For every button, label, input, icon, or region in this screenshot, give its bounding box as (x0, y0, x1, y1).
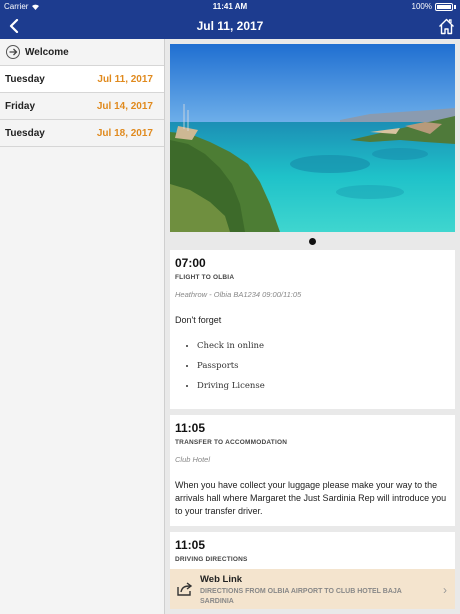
sidebar-item-welcome[interactable]: Welcome (0, 39, 164, 66)
event-card: 11:05 DRIVING DIRECTIONS Web Link DIRECT… (170, 532, 455, 609)
itinerary-content: 07:00 FLIGHT TO OLBIA Heathrow - Olbia B… (165, 39, 460, 614)
web-link-button[interactable]: Web Link DIRECTIONS FROM OLBIA AIRPORT T… (170, 569, 455, 609)
list-item: Passports (197, 361, 450, 371)
battery-percent: 100% (411, 2, 432, 11)
checklist: Check in online Passports Driving Licens… (175, 341, 450, 391)
page-title: Jul 11, 2017 (196, 19, 264, 33)
sidebar-item-day[interactable]: Tuesday Jul 18, 2017 (0, 120, 164, 147)
day-date: Jul 11, 2017 (97, 73, 153, 85)
event-subtitle: Club Hotel (175, 455, 211, 464)
event-text: When you have collect your luggage pleas… (175, 480, 447, 516)
battery-icon (435, 2, 453, 11)
nav-bar: Jul 11, 2017 (0, 13, 460, 39)
battery-tip (454, 4, 456, 9)
event-type: FLIGHT TO OLBIA (175, 274, 235, 281)
status-bar: Carrier 11:41 AM 100% (0, 0, 460, 13)
event-subtitle: Heathrow - Olbia BA1234 09:00/11:05 (175, 290, 302, 299)
event-time: 07:00 (175, 256, 206, 270)
sidebar-item-label: Welcome (25, 46, 69, 58)
day-date: Jul 14, 2017 (96, 100, 153, 112)
share-icon (177, 582, 193, 596)
event-card: 11:05 TRANSFER TO ACCOMMODATION Club Hot… (170, 415, 455, 526)
web-link-title: Web Link (200, 574, 243, 585)
event-time: 11:05 (175, 538, 206, 552)
web-link-description: DIRECTIONS FROM OLBIA AIRPORT TO CLUB HO… (200, 588, 402, 605)
event-time: 11:05 (175, 421, 206, 435)
chevron-right-icon: › (443, 583, 447, 597)
event-text: Don't forget (175, 315, 222, 325)
event-type: DRIVING DIRECTIONS (175, 556, 248, 563)
status-right: 100% (412, 2, 456, 11)
sidebar-item-day[interactable]: Friday Jul 14, 2017 (0, 93, 164, 120)
day-name: Tuesday (5, 127, 45, 139)
day-name: Tuesday (5, 73, 45, 85)
sidebar: Welcome Tuesday Jul 11, 2017 Friday Jul … (0, 39, 165, 614)
home-button[interactable] (436, 15, 456, 37)
hero-image[interactable] (170, 44, 455, 232)
event-type: TRANSFER TO ACCOMMODATION (175, 439, 288, 446)
home-icon (438, 18, 454, 34)
page-indicator[interactable] (170, 232, 455, 250)
list-item: Check in online (197, 341, 450, 351)
beach-photo (170, 44, 455, 232)
day-date: Jul 18, 2017 (96, 127, 153, 139)
sidebar-item-day[interactable]: Tuesday Jul 11, 2017 (0, 66, 164, 93)
day-name: Friday (5, 100, 36, 112)
arrow-right-circle-icon (6, 45, 20, 59)
event-card: 07:00 FLIGHT TO OLBIA Heathrow - Olbia B… (170, 250, 455, 409)
page-dot (309, 237, 316, 245)
status-time: 11:41 AM (212, 2, 248, 11)
list-item: Driving License (197, 381, 450, 391)
